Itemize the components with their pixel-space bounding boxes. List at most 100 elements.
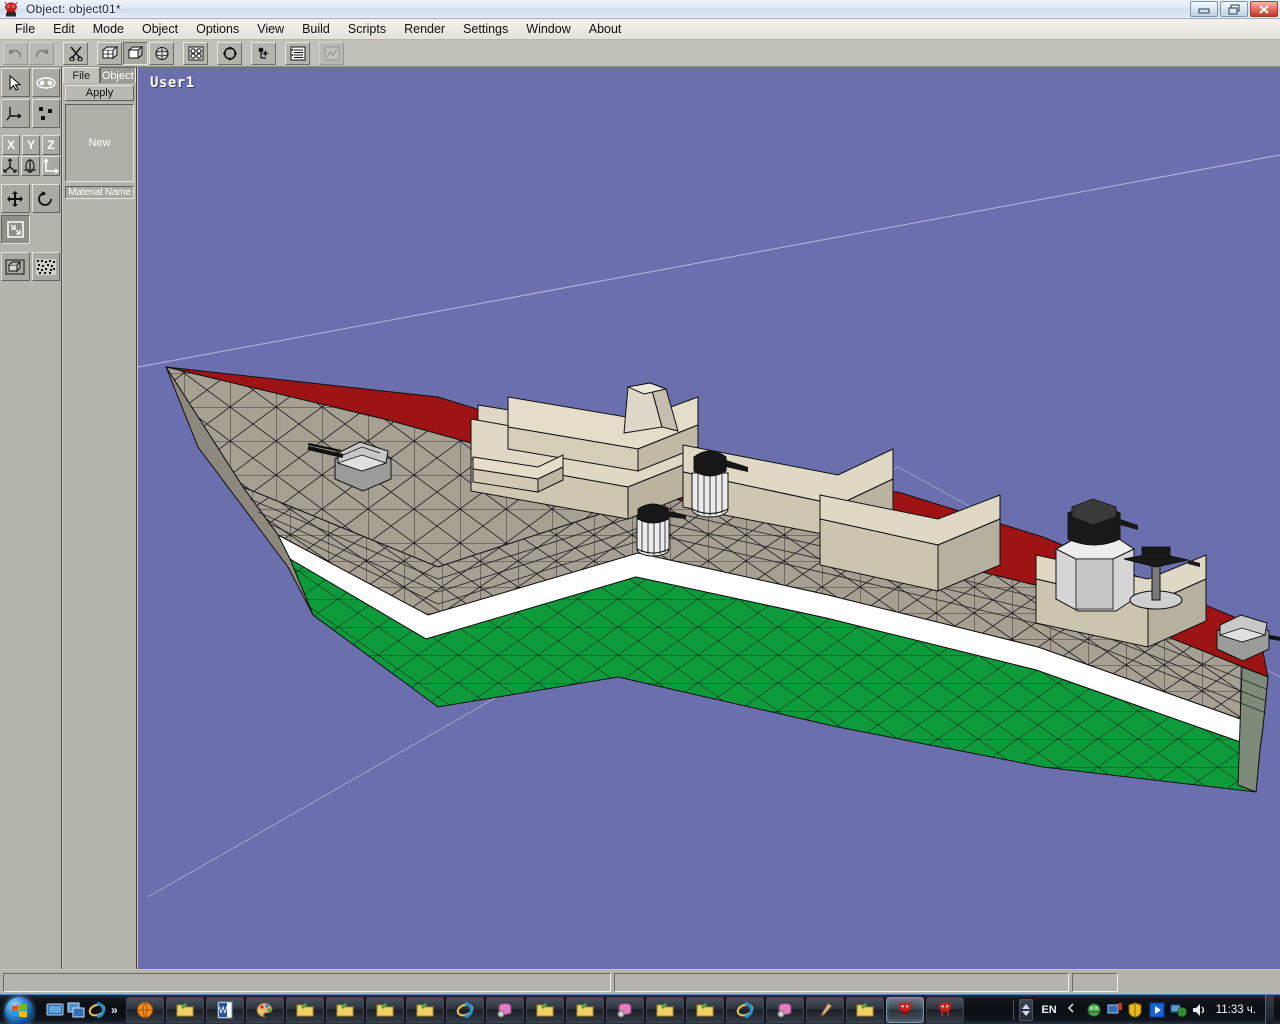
title-bar: Object: object01* (0, 0, 1280, 19)
scale-box-icon[interactable] (1, 215, 30, 244)
show-desktop-button[interactable] (1265, 994, 1274, 1024)
material-name-label: Material Name (65, 186, 134, 199)
tray-blue-play-icon[interactable] (1149, 1002, 1165, 1018)
taskbtn-folder-8[interactable] (645, 996, 684, 1023)
graph-curve-icon[interactable] (319, 41, 344, 65)
devil-mascot-icon (2, 1, 20, 18)
menu-settings[interactable]: Settings (454, 20, 517, 38)
status-pane-1 (3, 972, 611, 992)
menu-file[interactable]: File (6, 20, 44, 38)
material-list-item-new[interactable]: New (88, 137, 110, 149)
menu-object[interactable]: Object (133, 20, 187, 38)
taskbtn-folder-3[interactable] (325, 996, 364, 1023)
menu-mode[interactable]: Mode (84, 20, 133, 38)
switch-window-icon[interactable] (67, 1001, 85, 1019)
textured-cube-icon[interactable] (31, 252, 60, 281)
material-panel: File Object Apply New Material Name (63, 67, 137, 969)
list-lines-icon[interactable] (285, 41, 310, 65)
start-orb-icon[interactable] (2, 996, 40, 1024)
local-axis-icon[interactable] (21, 156, 40, 176)
tray-network-icon[interactable] (1170, 1002, 1187, 1018)
quick-launch-bar: » (46, 1001, 122, 1019)
material-list[interactable]: New (65, 104, 134, 182)
wireframe-box-icon[interactable] (97, 41, 122, 65)
taskbtn-database-3[interactable] (765, 996, 804, 1023)
axis-x-button[interactable]: X (2, 135, 20, 155)
taskbtn-folder-10[interactable] (845, 996, 884, 1023)
viewport-user1[interactable]: User1 (138, 67, 1280, 969)
taskbtn-paint-palette[interactable] (245, 996, 284, 1023)
menu-options[interactable]: Options (187, 20, 248, 38)
redo-icon[interactable] (29, 41, 54, 65)
axis-y-button[interactable]: Y (22, 135, 40, 155)
taskbtn-anim8or-active[interactable] (885, 996, 924, 1023)
move-arrows-icon[interactable] (1, 184, 30, 213)
axis-z-button[interactable]: Z (42, 135, 60, 155)
undo-icon[interactable] (3, 41, 28, 65)
taskbar-clock[interactable]: 11:33 ч. (1212, 1004, 1260, 1016)
apply-button[interactable]: Apply (65, 85, 134, 101)
taskbtn-word-document[interactable]: W (205, 996, 244, 1023)
cut-scissors-icon[interactable] (63, 41, 88, 65)
menu-build[interactable]: Build (293, 20, 339, 38)
smooth-sphere-icon[interactable] (149, 41, 174, 65)
tab-file[interactable]: File (63, 67, 100, 83)
scene-3d-render (138, 154, 1280, 898)
rotate-arrow-icon[interactable] (31, 184, 60, 213)
taskbtn-anim8or-2[interactable] (925, 996, 964, 1023)
tray-chevron-icon[interactable] (1065, 1002, 1081, 1018)
flat-shaded-box-icon[interactable] (123, 41, 148, 65)
quicklaunch-overflow-icon[interactable]: » (111, 1003, 118, 1017)
arrow-select-icon[interactable] (1, 68, 30, 97)
internet-explorer-icon[interactable] (88, 1001, 106, 1019)
taskbtn-folder-4[interactable] (365, 996, 404, 1023)
palette-row-select (0, 67, 61, 98)
taskbtn-folder-6[interactable] (525, 996, 564, 1023)
menu-window[interactable]: Window (517, 20, 579, 38)
tab-object[interactable]: Object (99, 67, 136, 83)
four-points-icon[interactable] (183, 41, 208, 65)
taskbtn-internet-explorer-1[interactable] (445, 996, 484, 1023)
taskbtn-folder-5[interactable] (405, 996, 444, 1023)
toolbar-separator-2 (89, 42, 96, 65)
toolbar-separator-6 (277, 42, 284, 65)
aft-radar-dome (1054, 498, 1138, 612)
light-point-icon[interactable] (251, 41, 276, 65)
taskbtn-orange-globe[interactable] (125, 996, 164, 1023)
solid-cube-icon[interactable] (1, 252, 30, 281)
taskbtn-folder-9[interactable] (685, 996, 724, 1023)
restore-button[interactable] (1220, 1, 1248, 17)
tray-green-shield-icon[interactable] (1086, 1002, 1102, 1018)
minimize-button[interactable] (1190, 1, 1218, 17)
system-tray: EN 11:33 ч. (1013, 994, 1280, 1024)
circle-points-icon[interactable] (217, 41, 242, 65)
tray-scroll-buttons[interactable] (1019, 998, 1034, 1021)
tray-monitor-flag-icon[interactable] (1107, 1002, 1123, 1018)
close-button[interactable] (1250, 1, 1278, 17)
menu-edit[interactable]: Edit (44, 20, 84, 38)
menu-scripts[interactable]: Scripts (339, 20, 395, 38)
menu-view[interactable]: View (248, 20, 293, 38)
language-indicator[interactable]: EN (1038, 1004, 1059, 1016)
eye-view-icon[interactable] (31, 68, 60, 97)
taskbtn-folder-2[interactable] (285, 996, 324, 1023)
tray-volume-icon[interactable] (1191, 1002, 1207, 1018)
points-scatter-icon[interactable] (31, 99, 60, 128)
material-panel-tabs: File Object (63, 67, 136, 83)
palette-row-transform (0, 183, 61, 214)
show-desktop-icon[interactable] (46, 1001, 64, 1019)
tray-yellow-shield-icon[interactable] (1128, 1001, 1144, 1018)
toolbar-separator-5 (243, 42, 250, 65)
taskbtn-paint-brush[interactable] (805, 996, 844, 1023)
taskbtn-database-1[interactable] (485, 996, 524, 1023)
taskbtn-internet-explorer-2[interactable] (725, 996, 764, 1023)
global-axis-icon[interactable] (1, 156, 20, 176)
axis-tripod-icon[interactable] (1, 99, 30, 128)
menu-render[interactable]: Render (395, 20, 454, 38)
corner-axis-icon[interactable] (41, 156, 60, 176)
palette-row-axis (0, 98, 61, 129)
taskbtn-database-2[interactable] (605, 996, 644, 1023)
taskbtn-folder-1[interactable] (165, 996, 204, 1023)
menu-about[interactable]: About (580, 20, 631, 38)
taskbtn-folder-7[interactable] (565, 996, 604, 1023)
